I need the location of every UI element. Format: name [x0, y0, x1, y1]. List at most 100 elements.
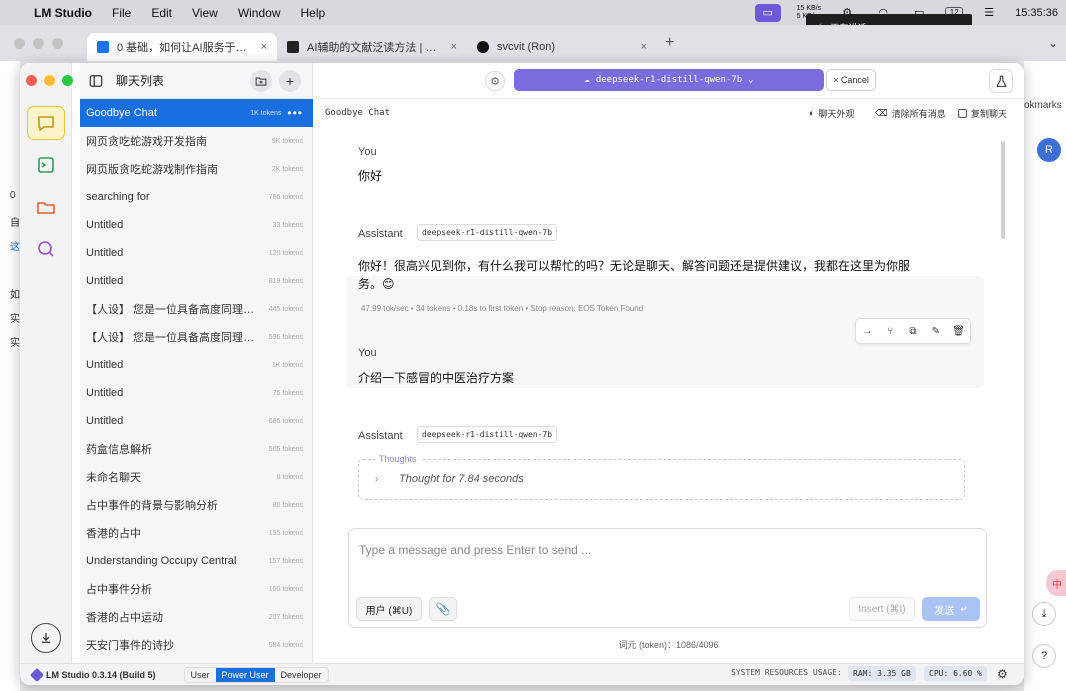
role-user-button[interactable]: 用户 (⌘U): [356, 597, 422, 621]
chat-list-item[interactable]: Untitled 76 tokens: [80, 379, 313, 407]
screen-record-icon[interactable]: ▭: [754, 3, 781, 22]
close-icon[interactable]: ×: [261, 41, 267, 53]
lab-button[interactable]: [989, 69, 1013, 93]
chat-main: ⚙ ☁ deepseek-r1-distill-qwen-7b ⌄ × Canc…: [313, 63, 1024, 663]
mode-power-user[interactable]: Power User: [215, 667, 275, 682]
user-message-text[interactable]: 介绍一下感冒的中医治疗方案: [358, 369, 514, 387]
chat-title[interactable]: Goodbye Chat: [325, 108, 390, 118]
nav-rail: [20, 63, 73, 663]
chat-list-item[interactable]: searching for 786 tokens: [80, 183, 313, 211]
browser-tab-1[interactable]: 0 基础，如何让AI服务于我的科 ×: [87, 33, 277, 61]
branch-icon[interactable]: ⑂: [883, 326, 897, 337]
nav-my-models[interactable]: [27, 190, 65, 224]
user-message-text[interactable]: 你好: [358, 167, 382, 185]
attach-paperclip-icon[interactable]: 📎: [429, 597, 457, 621]
chevron-right-icon[interactable]: ›: [375, 474, 378, 485]
chat-list-item[interactable]: 网页版贪吃蛇游戏制作指南 2K tokens: [80, 155, 313, 183]
settings-gear-icon[interactable]: ⚙: [997, 667, 1008, 681]
edit-icon[interactable]: ✎: [929, 326, 943, 337]
chat-list-item[interactable]: 香港的占中 195 tokens: [80, 519, 313, 547]
chat-list-item[interactable]: 占中事件的背景与影响分析 80 tokens: [80, 491, 313, 519]
chat-list: Goodbye Chat 1K tokens ••• 网页贪吃蛇游戏开发指南 9K to…: [80, 99, 313, 659]
chat-list-item[interactable]: Untitled 819 tokens: [80, 267, 313, 295]
chat-name: Untitled: [86, 415, 124, 427]
more-options-icon[interactable]: •••: [287, 106, 303, 120]
download-icon[interactable]: ⤓: [1032, 602, 1056, 626]
chat-token-count: 1K tokens: [271, 361, 303, 369]
clear-messages-button[interactable]: ⌫ 清除所有消息: [875, 107, 946, 120]
copy-chat-button[interactable]: 复制聊天: [958, 107, 1007, 120]
chat-list-item[interactable]: 占中事件分析 100 tokens: [80, 575, 313, 603]
close-icon[interactable]: ×: [451, 41, 457, 53]
chat-list-item[interactable]: Untitled 33 tokens: [80, 211, 313, 239]
chat-list-item[interactable]: Goodbye Chat 1K tokens •••: [80, 99, 313, 127]
assistant-message-text[interactable]: 你好！很高兴见到你，有什么我可以帮忙的吗？无论是聊天、解答问题还是提供建议，我都…: [358, 257, 958, 293]
nav-developer[interactable]: [27, 148, 65, 182]
menu-help[interactable]: Help: [301, 6, 326, 20]
message-input[interactable]: Type a message and press Enter to send .…: [359, 543, 591, 557]
chat-token-count: 686 tokens: [268, 417, 303, 425]
control-center-icon[interactable]: ☰: [979, 6, 999, 20]
chat-token-count: 819 tokens: [268, 277, 303, 285]
system-resources-label: SYSTEM RESOURCES USAGE:: [731, 668, 842, 677]
menu-window[interactable]: Window: [238, 6, 281, 20]
nav-chat[interactable]: [27, 106, 65, 140]
mode-user[interactable]: User: [185, 668, 216, 682]
chat-appearance-button[interactable]: ◐ 聊天外观: [809, 107, 854, 120]
chat-list-item[interactable]: 未命名聊天 0 tokens: [80, 463, 313, 491]
settings-gear-icon[interactable]: ⚙: [485, 71, 505, 91]
message-composer[interactable]: Type a message and press Enter to send .…: [348, 528, 987, 628]
mode-developer[interactable]: Developer: [275, 668, 328, 682]
trash-icon[interactable]: 🗑: [952, 326, 966, 337]
menu-app-name[interactable]: LM Studio: [34, 6, 92, 20]
close-window-button[interactable]: [26, 75, 37, 86]
minimize-window-button[interactable]: [44, 75, 55, 86]
chat-list-item[interactable]: 天安门事件的诗抄 584 tokens: [80, 631, 313, 659]
tab-search-chevron-icon[interactable]: ⌄: [1048, 36, 1058, 50]
nav-discover[interactable]: [27, 232, 65, 266]
browser-tab-2[interactable]: AI辅助的文献泛读方法 | 创建力 ×: [277, 33, 467, 61]
chat-list-item[interactable]: 【人设】 您是一位具备高度同理心... 596 tokens: [80, 323, 313, 351]
zoom-window-button[interactable]: [62, 75, 73, 86]
thoughts-panel[interactable]: Thoughts › Thought for 7.84 seconds: [358, 454, 965, 500]
chat-list-item[interactable]: Untitled 686 tokens: [80, 407, 313, 435]
scrollbar[interactable]: [1001, 141, 1005, 239]
avatar[interactable]: R: [1037, 138, 1061, 162]
page-text-fragment: 实: [10, 314, 20, 325]
menu-view[interactable]: View: [192, 6, 218, 20]
sidebar-toggle-button[interactable]: [86, 71, 106, 91]
chat-list-item[interactable]: Untitled 120 tokens: [80, 239, 313, 267]
browser-page-left: [0, 61, 20, 691]
chat-token-count: 786 tokens: [268, 193, 303, 201]
copy-icon[interactable]: ⧉: [906, 326, 920, 337]
help-icon[interactable]: ?: [1032, 644, 1056, 668]
model-selector[interactable]: ☁ deepseek-r1-distill-qwen-7b ⌄: [514, 69, 824, 91]
browser-tab-3[interactable]: svcvit (Ron) ×: [467, 33, 657, 61]
menu-edit[interactable]: Edit: [151, 6, 172, 20]
new-folder-button[interactable]: [250, 70, 272, 92]
downloads-button[interactable]: [31, 623, 61, 653]
menu-file[interactable]: File: [112, 6, 131, 20]
chat-list-item[interactable]: Understanding Occupy Central 157 tokens: [80, 547, 313, 575]
chat-token-count: 195 tokens: [268, 529, 303, 537]
chat-name: searching for: [86, 191, 150, 203]
extension-icon[interactable]: 中: [1046, 570, 1066, 596]
cancel-button[interactable]: × Cancel: [826, 69, 876, 91]
insert-button[interactable]: Insert (⌘I): [849, 597, 915, 621]
close-icon[interactable]: ×: [641, 41, 647, 53]
chat-list-item[interactable]: 【人设】 您是一位具备高度同理心... 445 tokens: [80, 295, 313, 323]
chat-list-item[interactable]: Untitled 1K tokens: [80, 351, 313, 379]
chat-token-count: 1K tokens: [250, 109, 282, 117]
chat-list-item[interactable]: 药盒信息解析 565 tokens: [80, 435, 313, 463]
chat-name: Untitled: [86, 359, 124, 371]
chat-list-item[interactable]: 香港的占中运动 207 tokens: [80, 603, 313, 631]
bookmarks-fragment[interactable]: okmarks: [1024, 100, 1062, 111]
chat-list-item[interactable]: 网页贪吃蛇游戏开发指南 9K tokens: [80, 127, 313, 155]
continue-arrow-icon[interactable]: →: [860, 326, 874, 337]
clock[interactable]: 15:35:36: [1015, 7, 1058, 19]
new-chat-button[interactable]: +: [279, 70, 301, 92]
new-tab-icon[interactable]: +: [665, 34, 674, 52]
palette-icon: ◐: [809, 108, 815, 118]
send-button[interactable]: 发送 ↵: [922, 597, 980, 621]
broom-icon: ⌫: [875, 107, 888, 118]
